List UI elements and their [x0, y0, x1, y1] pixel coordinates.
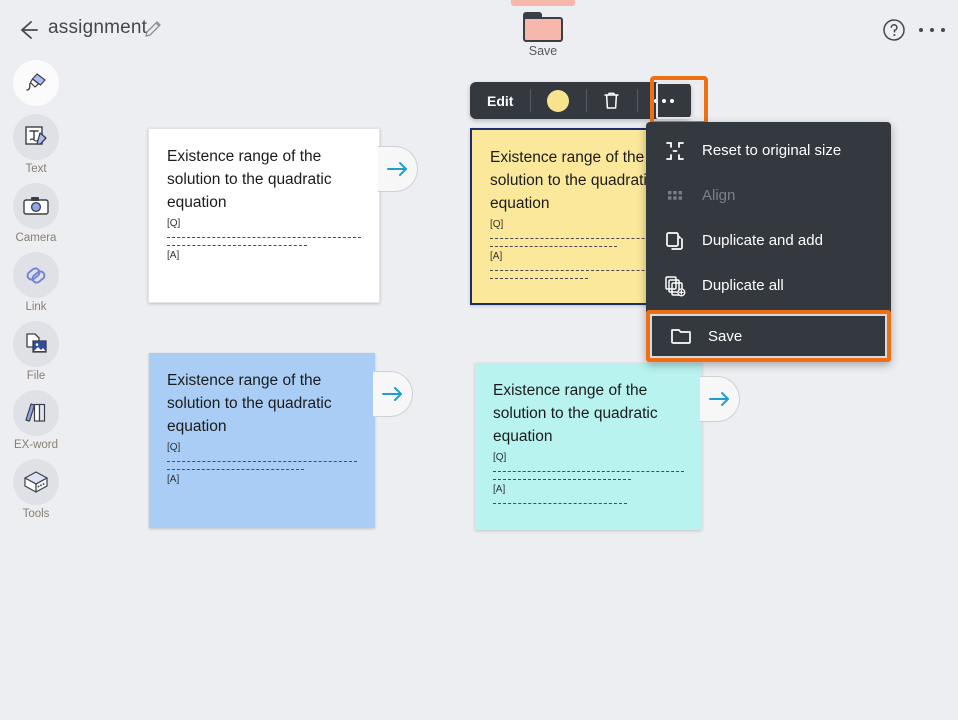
note-q-tag: [Q]: [167, 442, 181, 453]
edit-button-label: Edit: [487, 92, 514, 109]
file-icon: [13, 321, 59, 367]
sidebar: Text Camera Link File EX-word Tools: [0, 60, 72, 528]
color-circle-icon: [547, 89, 570, 112]
save-drop-label: Save: [528, 44, 558, 58]
sidebar-item-label: Camera: [15, 232, 57, 244]
note-dotted-line: [493, 479, 631, 480]
menu-item-reset-to-original-size[interactable]: Reset to original size: [646, 128, 891, 173]
color-button[interactable]: [530, 82, 586, 119]
card-more-button[interactable]: [637, 82, 691, 119]
sidebar-item-label: EX-word: [13, 439, 59, 451]
edit-button[interactable]: Edit: [470, 82, 530, 119]
app-window: assignment Save Text Camera Link File EX…: [0, 0, 958, 720]
more-horizontal-icon: [654, 98, 675, 103]
note-card[interactable]: Existence range of the solution to the q…: [148, 128, 380, 303]
note-dotted-line: [167, 461, 357, 462]
delete-button[interactable]: [586, 82, 637, 119]
save-drop-target[interactable]: Save: [510, 0, 576, 62]
sidebar-item-label: File: [26, 370, 46, 382]
arrow-right-icon: [386, 162, 407, 176]
help-circle-icon[interactable]: [882, 18, 906, 42]
sidebar-item-label: Tools: [22, 508, 50, 520]
note-q-tag: [Q]: [167, 218, 181, 229]
sidebar-item-camera[interactable]: Camera: [0, 183, 72, 244]
note-dotted-line: [490, 278, 588, 279]
text-icon: [13, 114, 59, 160]
menu-item-duplicate-all[interactable]: Duplicate all: [646, 263, 891, 308]
trash-icon: [604, 92, 620, 109]
note-dotted-line: [490, 246, 617, 247]
card-expand-arrow-button[interactable]: [378, 146, 418, 192]
copy-all-icon: [664, 275, 686, 297]
folder-icon: [523, 12, 563, 42]
collapse-icon: [664, 140, 686, 162]
note-a-tag: [A]: [167, 250, 180, 261]
menu-item-label: Save: [708, 327, 743, 345]
arrow-right-icon: [381, 387, 402, 401]
camera-icon: [13, 183, 59, 229]
note-title: Existence range of the solution to the q…: [493, 382, 658, 445]
sidebar-item-label: Link: [25, 301, 47, 313]
sidebar-item-label: Text: [25, 163, 47, 175]
note-dotted-line: [493, 503, 627, 504]
note-card[interactable]: Existence range of the solution to the q…: [149, 353, 375, 528]
card-expand-arrow-button[interactable]: [700, 376, 740, 422]
note-title: Existence range of the solution to the q…: [167, 372, 332, 435]
page-title: assignment: [48, 17, 148, 38]
tools-box-icon: [13, 459, 59, 505]
exword-books-icon: [13, 390, 59, 436]
note-dotted-line: [493, 471, 684, 472]
menu-item-label: Align: [702, 187, 736, 204]
sidebar-item-file[interactable]: File: [0, 321, 72, 382]
folder-icon: [670, 325, 692, 347]
menu-item-align: Align: [646, 173, 891, 218]
sidebar-item-text[interactable]: Text: [0, 114, 72, 175]
menu-item-label: Duplicate all: [702, 277, 784, 294]
note-dotted-line: [167, 245, 307, 246]
link-icon: [13, 252, 59, 298]
back-arrow-icon[interactable]: [14, 16, 42, 44]
header-bar: assignment: [0, 0, 958, 60]
grid-icon: [664, 185, 686, 207]
context-menu: Reset to original size Align Duplicate a…: [646, 122, 891, 362]
arrow-right-icon: [708, 392, 729, 406]
note-a-tag: [A]: [167, 474, 180, 485]
note-title: Existence range of the solution to the q…: [167, 148, 332, 211]
card-expand-arrow-button[interactable]: [373, 371, 413, 417]
note-a-tag: [A]: [493, 484, 506, 495]
more-horizontal-icon[interactable]: [919, 20, 945, 40]
sidebar-item-tools[interactable]: Tools: [0, 459, 72, 520]
marker-pen-icon: [13, 60, 59, 106]
copy-icon: [664, 230, 686, 252]
note-dotted-line: [167, 469, 304, 470]
menu-item-label: Duplicate and add: [702, 232, 823, 249]
menu-item-label: Reset to original size: [702, 142, 842, 159]
pencil-icon[interactable]: [143, 19, 163, 39]
menu-item-save[interactable]: Save: [652, 316, 885, 356]
sidebar-item-exword[interactable]: EX-word: [0, 390, 72, 451]
note-q-tag: [Q]: [493, 452, 507, 463]
sidebar-item-marker[interactable]: [0, 60, 72, 106]
highlight-save-menu-item: Save: [646, 310, 891, 362]
card-toolbar: Edit: [470, 82, 692, 119]
note-card[interactable]: Existence range of the solution to the q…: [475, 363, 702, 530]
menu-item-duplicate-and-add[interactable]: Duplicate and add: [646, 218, 891, 263]
drop-indicator-bar: [511, 0, 575, 6]
note-dotted-line: [167, 237, 361, 238]
sidebar-item-link[interactable]: Link: [0, 252, 72, 313]
